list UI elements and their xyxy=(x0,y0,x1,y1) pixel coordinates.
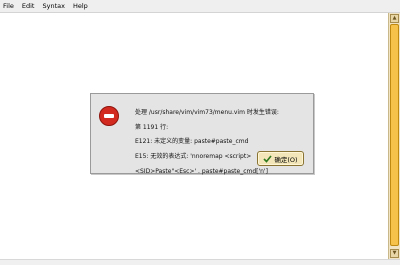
vertical-scrollbar[interactable]: ▲ ▼ xyxy=(388,13,400,259)
scroll-down-arrow-icon[interactable]: ▼ xyxy=(390,249,399,258)
dialog-message: 处理 /usr/share/vim/vim73/menu.vim 时发生错误: … xyxy=(135,102,309,182)
message-line: 处理 /usr/share/vim/vim73/menu.vim 时发生错误: xyxy=(135,109,279,117)
menu-syntax[interactable]: Syntax xyxy=(38,0,68,12)
scroll-up-arrow-icon[interactable]: ▲ xyxy=(390,14,399,23)
menu-help[interactable]: Help xyxy=(69,0,92,12)
scroll-thumb[interactable] xyxy=(390,24,399,246)
horizontal-scrollbar[interactable] xyxy=(0,259,400,265)
error-icon xyxy=(99,106,119,126)
error-dialog: 处理 /usr/share/vim/vim73/menu.vim 时发生错误: … xyxy=(90,93,314,175)
message-line: 第 1191 行: xyxy=(135,123,169,131)
ok-button[interactable]: 确定(O) xyxy=(257,151,304,166)
menu-edit[interactable]: Edit xyxy=(18,0,39,12)
checkmark-icon xyxy=(263,154,273,163)
message-line: E121: 未定义的变量: paste#paste_cmd xyxy=(135,138,249,146)
menu-file[interactable]: File xyxy=(0,0,18,12)
menu-bar: File Edit Syntax Help xyxy=(0,0,400,13)
ok-button-label: 确定(O) xyxy=(274,155,298,164)
message-line: <SID>Paste"<Esc>' . paste#paste_cmd['n'] xyxy=(135,167,268,175)
